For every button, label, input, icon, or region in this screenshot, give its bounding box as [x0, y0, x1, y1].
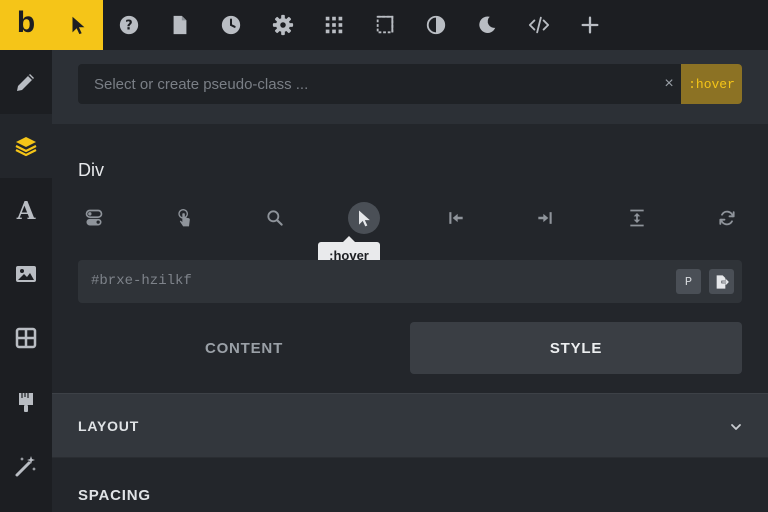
refresh-icon	[719, 210, 735, 226]
state-focus-button[interactable]	[259, 202, 291, 234]
breakpoint-icon	[376, 15, 393, 34]
sidebar-item-edit[interactable]	[0, 50, 52, 114]
grid-button[interactable]	[308, 0, 359, 50]
section-layout[interactable]: LAYOUT	[52, 393, 768, 458]
select-mode-button[interactable]	[52, 0, 103, 50]
parent-selector-button[interactable]: P	[676, 269, 701, 294]
state-last-child-button[interactable]	[529, 202, 561, 234]
magic-wand-icon	[15, 456, 36, 477]
brush-icon	[19, 393, 33, 412]
pencil-icon	[17, 74, 34, 91]
css-id-field[interactable]: #brxe-hzilkf P	[78, 260, 742, 303]
export-button[interactable]	[709, 269, 734, 294]
last-icon	[538, 212, 552, 224]
pseudo-class-input[interactable]	[94, 64, 654, 104]
state-toggle-button[interactable]	[78, 202, 110, 234]
pages-button[interactable]	[154, 0, 205, 50]
search-icon	[267, 210, 283, 226]
help-icon: ?	[119, 15, 138, 35]
tab-content[interactable]: CONTENT	[78, 322, 410, 374]
grid-layout-icon	[15, 327, 37, 349]
cursor-icon	[359, 210, 370, 227]
tab-style[interactable]: STYLE	[410, 322, 742, 374]
logo-letter: b	[16, 6, 36, 39]
app-window: b ? A Select or create pseudo-class ... …	[0, 0, 768, 512]
dark-mode-icon	[478, 16, 495, 33]
dark-mode-button[interactable]	[461, 0, 512, 50]
section-spacing[interactable]: SPACING	[52, 458, 768, 512]
breakpoints-button[interactable]	[359, 0, 410, 50]
vertical-spacing-icon	[630, 209, 644, 227]
sidebar-item-layers[interactable]	[0, 114, 52, 178]
left-sidebar: A	[0, 50, 52, 512]
help-button[interactable]: ?	[103, 0, 154, 50]
clear-icon[interactable]: ×	[658, 64, 680, 104]
sidebar-item-ai[interactable]	[0, 434, 52, 498]
pseudo-class-bar: × :hover	[52, 50, 768, 124]
toggle-icon	[85, 209, 103, 226]
state-first-child-button[interactable]	[440, 202, 472, 234]
top-toolbar: b ?	[0, 0, 768, 50]
settings-icon	[272, 14, 293, 36]
settings-button[interactable]	[257, 0, 308, 50]
history-icon	[221, 15, 240, 35]
state-hover-button[interactable]	[348, 202, 380, 234]
chevron-down-icon	[731, 424, 741, 430]
typography-icon: A	[16, 195, 36, 225]
state-refresh-button[interactable]	[711, 202, 743, 234]
svg-text:?: ?	[125, 19, 132, 34]
active-pseudo-class-badge[interactable]: :hover	[681, 64, 742, 104]
contrast-icon	[426, 15, 445, 35]
section-spacing-title: SPACING	[78, 487, 151, 504]
pseudo-class-select: × :hover	[78, 64, 742, 104]
element-title: Div	[78, 160, 104, 180]
sidebar-item-layout[interactable]	[0, 306, 52, 370]
contrast-button[interactable]	[410, 0, 461, 50]
code-icon	[528, 16, 549, 34]
state-spacing-button[interactable]	[621, 202, 653, 234]
code-button[interactable]	[513, 0, 564, 50]
layers-icon	[15, 137, 37, 157]
image-icon	[16, 266, 36, 282]
logo-button[interactable]: b	[0, 0, 52, 50]
add-button[interactable]	[564, 0, 615, 50]
file-export-icon	[716, 274, 729, 289]
sidebar-item-style[interactable]	[0, 370, 52, 434]
sidebar-item-typography[interactable]: A	[0, 178, 52, 242]
sidebar-item-media[interactable]	[0, 242, 52, 306]
page-icon	[173, 15, 186, 35]
css-id-value: #brxe-hzilkf	[91, 273, 192, 289]
section-layout-title: LAYOUT	[78, 418, 140, 434]
plus-icon	[581, 16, 598, 34]
history-button[interactable]	[205, 0, 256, 50]
state-active-button[interactable]	[168, 202, 200, 234]
touch-icon	[178, 209, 190, 227]
grid-icon	[325, 16, 342, 34]
first-icon	[449, 212, 463, 224]
cursor-icon	[72, 16, 84, 35]
